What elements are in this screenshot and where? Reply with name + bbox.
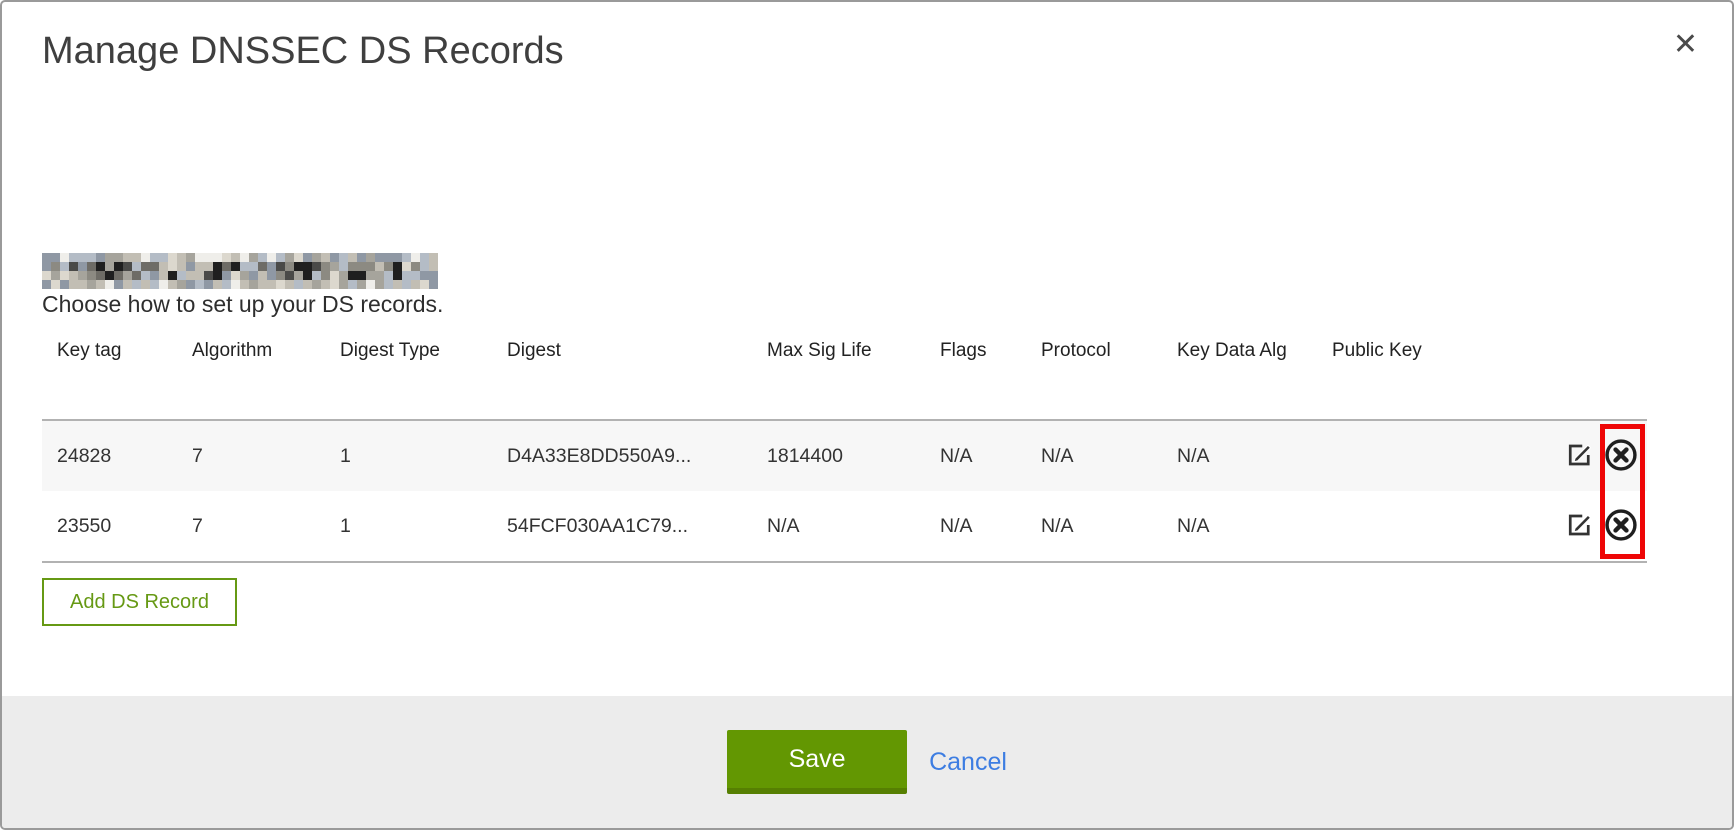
table-row: 24828 7 1 D4A33E8DD550A9... 1814400 N/A … xyxy=(42,420,1647,491)
cell-algorithm: 7 xyxy=(177,420,325,491)
instruction-text: Choose how to set up your DS records. xyxy=(42,291,443,318)
cell-flags: N/A xyxy=(925,491,1026,562)
table-header-row: Key tag Algorithm Digest Type Digest Max… xyxy=(42,335,1647,420)
col-header-key-data-alg: Key Data Alg xyxy=(1162,335,1317,420)
save-button[interactable]: Save xyxy=(727,730,907,794)
cell-max-sig-life: N/A xyxy=(752,491,925,562)
cell-public-key xyxy=(1317,420,1562,491)
col-header-digest-type: Digest Type xyxy=(325,335,492,420)
edit-record-button[interactable] xyxy=(1565,510,1595,543)
cancel-link[interactable]: Cancel xyxy=(929,748,1007,777)
modal-footer: Save Cancel xyxy=(2,696,1732,828)
col-header-digest: Digest xyxy=(492,335,752,420)
edit-record-button[interactable] xyxy=(1565,440,1595,473)
col-header-flags: Flags xyxy=(925,335,1026,420)
cell-flags: N/A xyxy=(925,420,1026,491)
delete-circle-x-icon xyxy=(1604,438,1638,475)
cell-max-sig-life: 1814400 xyxy=(752,420,925,491)
col-header-max-sig-life: Max Sig Life xyxy=(752,335,925,420)
redacted-domain-name xyxy=(42,253,438,289)
row-actions-cell xyxy=(1562,420,1647,491)
cell-key-data-alg: N/A xyxy=(1162,420,1317,491)
col-header-actions xyxy=(1562,335,1647,420)
delete-record-button[interactable] xyxy=(1604,508,1638,545)
add-ds-record-button[interactable]: Add DS Record xyxy=(42,578,237,626)
row-actions-cell xyxy=(1562,491,1647,562)
cell-key-data-alg: N/A xyxy=(1162,491,1317,562)
cell-digest: D4A33E8DD550A9... xyxy=(492,420,752,491)
col-header-key-tag: Key tag xyxy=(42,335,177,420)
cell-key-tag: 24828 xyxy=(42,420,177,491)
close-icon[interactable]: ✕ xyxy=(1669,26,1702,64)
cell-digest-type: 1 xyxy=(325,491,492,562)
edit-icon xyxy=(1565,510,1595,543)
edit-icon xyxy=(1565,440,1595,473)
col-header-protocol: Protocol xyxy=(1026,335,1162,420)
cell-protocol: N/A xyxy=(1026,491,1162,562)
col-header-public-key: Public Key xyxy=(1317,335,1562,420)
ds-records-table: Key tag Algorithm Digest Type Digest Max… xyxy=(42,335,1647,563)
col-header-algorithm: Algorithm xyxy=(177,335,325,420)
cell-protocol: N/A xyxy=(1026,420,1162,491)
delete-circle-x-icon xyxy=(1604,508,1638,545)
cell-algorithm: 7 xyxy=(177,491,325,562)
page-title: Manage DNSSEC DS Records xyxy=(42,30,564,73)
delete-record-button[interactable] xyxy=(1604,438,1638,475)
table-row: 23550 7 1 54FCF030AA1C79... N/A N/A N/A … xyxy=(42,491,1647,562)
manage-dnssec-modal: Manage DNSSEC DS Records ✕ Choose how to… xyxy=(0,0,1734,830)
ds-records-table-zone: Key tag Algorithm Digest Type Digest Max… xyxy=(42,335,1647,563)
cell-digest-type: 1 xyxy=(325,420,492,491)
cell-key-tag: 23550 xyxy=(42,491,177,562)
cell-digest: 54FCF030AA1C79... xyxy=(492,491,752,562)
cell-public-key xyxy=(1317,491,1562,562)
